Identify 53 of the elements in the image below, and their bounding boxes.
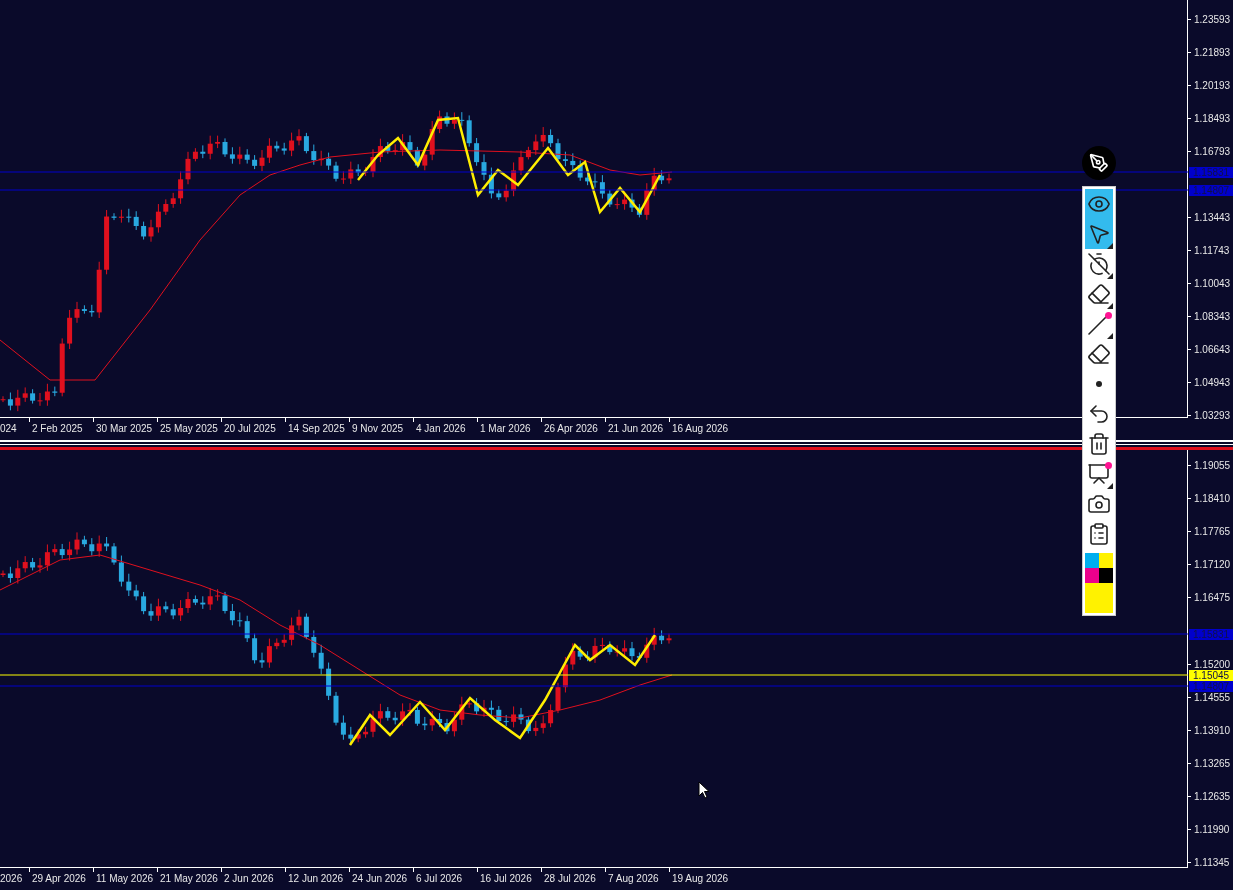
date-tick-label: 16 Jul 2026: [480, 872, 532, 886]
price-tick-label: 1.12635: [1194, 791, 1231, 802]
price-tick-label: 1.18493: [1194, 113, 1231, 124]
date-tick-label: 024: [0, 422, 17, 436]
date-tick-label: 1 Mar 2026: [480, 422, 531, 436]
date-tick-label: 26 Apr 2026: [544, 422, 598, 436]
price-tick-label: 1.13443: [1194, 212, 1231, 223]
date-tick-label: 25 May 2025: [160, 422, 218, 436]
price-tick-label: 1.21893: [1194, 47, 1231, 58]
date-tick-label: 14 Sep 2025: [288, 422, 345, 436]
price-tick-label: 1.13910: [1194, 724, 1231, 736]
price-tick-label: 1.20193: [1194, 80, 1231, 91]
price-tick-label: 1.16793: [1194, 146, 1231, 157]
price-tick-label: 1.11743: [1194, 245, 1230, 256]
date-tick-label: 11 May 2026: [96, 872, 154, 886]
date-tick-label: 12 Jun 2026: [288, 872, 344, 886]
date-tick-label: 9 Nov 2025: [352, 422, 404, 436]
price-tick-label: 1.14555: [1194, 691, 1231, 703]
price-label: 1.15831: [1189, 167, 1233, 178]
date-tick-label: 21 May 2026: [160, 872, 218, 886]
date-tick-label: 16 Aug 2026: [672, 422, 729, 436]
date-tick-label: 2026: [0, 872, 23, 886]
price-tick-label: 1.23593: [1194, 14, 1231, 25]
price-tick-label: 1.06643: [1194, 344, 1231, 355]
price-tick-label: 1.08343: [1194, 311, 1231, 322]
date-tick-label: 28 Jul 2026: [544, 872, 596, 886]
price-tick-label: 1.17120: [1194, 559, 1231, 571]
date-tick-label: 30 Mar 2025: [96, 422, 153, 436]
price-tick-label: 1.10043: [1194, 278, 1231, 289]
date-tick-label: 29 Apr 2026: [32, 872, 86, 886]
price-tick-label: 1.04943: [1194, 377, 1231, 388]
price-label: 1.15045: [1189, 670, 1233, 681]
price-label: 1.14807: [1189, 185, 1233, 196]
date-tick-label: 21 Jun 2026: [608, 422, 664, 436]
price-tick-label: 1.03293: [1194, 410, 1231, 421]
price-tick-label: 1.17765: [1194, 526, 1231, 538]
date-tick-label: 6 Jul 2026: [416, 872, 463, 886]
date-tick-label: 19 Aug 2026: [672, 872, 729, 886]
price-label: 1.15831: [1189, 629, 1233, 640]
price-tick-label: 1.15200: [1194, 658, 1231, 670]
price-tick-label: 1.16475: [1194, 592, 1231, 604]
date-tick-label: 20 Jul 2025: [224, 422, 276, 436]
price-tick-label: 1.11990: [1194, 824, 1230, 836]
date-tick-label: 2 Feb 2025: [32, 422, 83, 436]
date-tick-label: 7 Aug 2026: [608, 872, 659, 886]
date-tick-label: 4 Jan 2026: [416, 422, 466, 436]
date-tick-label: 24 Jun 2026: [352, 872, 408, 886]
price-label: 1.14807: [1189, 681, 1233, 692]
price-tick-label: 1.11345: [1194, 857, 1230, 869]
price-tick-label: 1.13265: [1194, 757, 1231, 769]
price-tick-label: 1.19055: [1194, 460, 1231, 471]
date-tick-label: 2 Jun 2026: [224, 872, 274, 886]
price-tick-label: 1.18410: [1194, 493, 1231, 505]
